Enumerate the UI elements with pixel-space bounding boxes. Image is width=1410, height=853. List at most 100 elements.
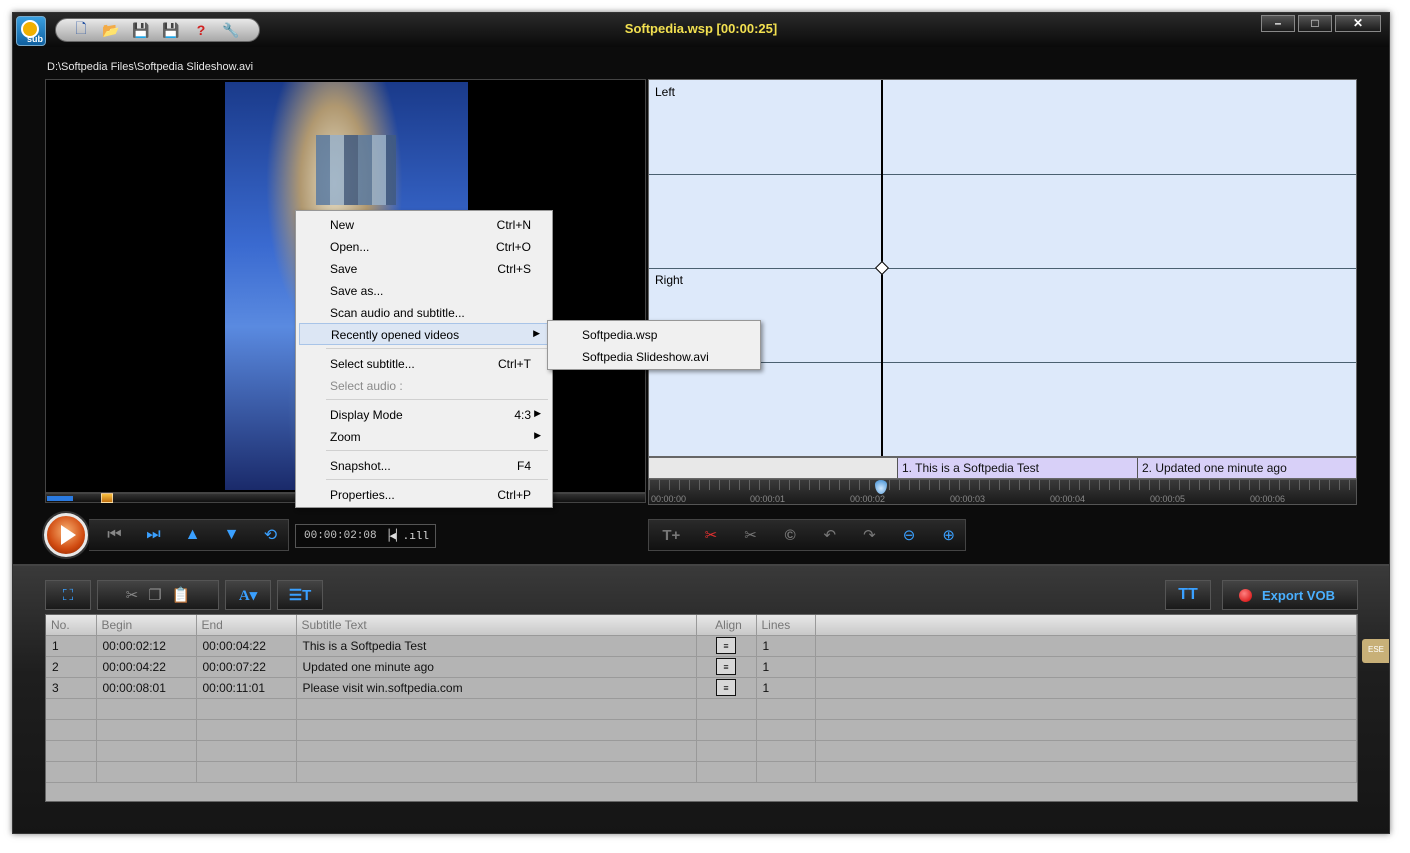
column-header[interactable]: No. — [46, 615, 97, 636]
menu-item-recent-videos[interactable]: Recently opened videos ▶ — [299, 323, 549, 345]
skip-back-icon[interactable]: ⏮ — [97, 522, 132, 548]
column-header-filler — [815, 615, 1357, 636]
split-icon[interactable]: ✂ — [734, 522, 767, 548]
timeline-ruler[interactable]: 00:00:00 00:00:01 00:00:02 00:00:03 00:0… — [648, 479, 1357, 505]
cut-icon[interactable]: ✂ — [126, 586, 139, 604]
cell-text[interactable]: Updated one minute ago — [296, 656, 697, 678]
redo-icon[interactable]: ↷ — [853, 522, 886, 548]
table-row-empty[interactable] — [46, 719, 1357, 741]
cell-end[interactable]: 00:00:04:22 — [196, 635, 297, 657]
export-vob-button[interactable]: Export VOB — [1222, 580, 1358, 610]
play-button[interactable] — [44, 513, 88, 557]
zoom-in-icon[interactable]: ⊕ — [932, 522, 965, 548]
table-row[interactable]: 1 00:00:02:12 00:00:04:22 This is a Soft… — [46, 635, 1357, 657]
text-align-button[interactable]: ☰T — [277, 580, 323, 610]
subtitle-segment[interactable]: 2. Updated one minute ago — [1137, 458, 1356, 478]
menu-item-open[interactable]: Open... Ctrl+O — [299, 236, 549, 258]
volume-indicator[interactable]: ▕◀▏.ıll — [383, 529, 429, 543]
cell-filler — [815, 656, 1357, 678]
table-row[interactable]: 2 00:00:04:22 00:00:07:22 Updated one mi… — [46, 656, 1357, 678]
waveform-panel[interactable]: Left Right — [648, 79, 1357, 457]
align-center-icon[interactable]: ≡ — [716, 658, 736, 675]
menu-separator — [326, 399, 548, 400]
ruler-tick-label: 00:00:04 — [1050, 494, 1086, 504]
menu-item-save[interactable]: Save Ctrl+S — [299, 258, 549, 280]
table-row-empty[interactable] — [46, 698, 1357, 720]
insert-text-icon[interactable]: T+ — [655, 522, 688, 548]
column-header[interactable]: Begin — [96, 615, 197, 636]
undo-icon[interactable]: ↶ — [814, 522, 847, 548]
table-row-empty[interactable] — [46, 740, 1357, 762]
cut-icon[interactable]: ✂ — [695, 522, 728, 548]
cell-no: 3 — [46, 677, 97, 699]
cell-align[interactable]: ≡ — [696, 677, 757, 699]
menu-item-new[interactable]: New Ctrl+N — [299, 214, 549, 236]
column-header[interactable]: End — [196, 615, 297, 636]
video-pixelation — [316, 135, 396, 205]
paste-icon[interactable]: 📋 — [172, 586, 191, 604]
column-header[interactable]: Lines — [756, 615, 816, 636]
waveform-gridline — [649, 174, 1356, 175]
timecode-display: 00:00:02:08 ▕◀▏.ıll — [295, 524, 436, 548]
table-row[interactable]: 3 00:00:08:01 00:00:11:01 Please visit w… — [46, 677, 1357, 699]
file-path-label: D:\Softpedia Files\Softpedia Slideshow.a… — [47, 61, 254, 73]
recent-item[interactable]: Softpedia.wsp — [551, 324, 757, 346]
timeline-thumb[interactable] — [875, 480, 887, 494]
align-center-icon[interactable]: ≡ — [716, 679, 736, 696]
cell-lines: 1 — [756, 656, 816, 678]
binoculars-icon: ⛶ — [62, 586, 74, 604]
copy-icon[interactable]: ❐ — [148, 586, 161, 604]
merge-icon[interactable]: © — [774, 522, 807, 548]
arrow-down-icon[interactable]: ▼ — [214, 522, 249, 548]
menu-item-properties[interactable]: Properties... Ctrl+P — [299, 484, 549, 506]
maximize-button[interactable]: □ — [1298, 15, 1332, 32]
subtitle-table: No. Begin End Subtitle Text Align Lines … — [45, 614, 1358, 802]
app-window: sub 🗋 📂 💾 💾 ? 🔧 Softpedia.wsp [00:00:25]… — [12, 12, 1390, 834]
subtitle-segment[interactable]: 1. This is a Softpedia Test — [897, 458, 1137, 478]
timeline-toolbar: T+ ✂ ✂ © ↶ ↷ ⊖ ⊕ — [648, 519, 966, 551]
table-row-empty[interactable] — [46, 761, 1357, 783]
menu-item-scan[interactable]: Scan audio and subtitle... — [299, 302, 549, 324]
cell-text[interactable]: This is a Softpedia Test — [296, 635, 697, 657]
cell-begin[interactable]: 00:00:08:01 — [96, 677, 197, 699]
ruler-tick-label: 00:00:06 — [1250, 494, 1286, 504]
find-button[interactable]: ⛶ — [45, 580, 91, 610]
column-header[interactable]: Subtitle Text — [296, 615, 697, 636]
step-forward-icon[interactable]: ⏭ — [136, 522, 171, 548]
title-bar[interactable]: sub 🗋 📂 💾 💾 ? 🔧 Softpedia.wsp [00:00:25]… — [13, 13, 1389, 47]
ruler-ticks — [649, 480, 1356, 490]
cell-end[interactable]: 00:00:11:01 — [196, 677, 297, 699]
cell-align[interactable]: ≡ — [696, 656, 757, 678]
cell-end[interactable]: 00:00:07:22 — [196, 656, 297, 678]
cell-lines: 1 — [756, 635, 816, 657]
close-button[interactable]: ✕ — [1335, 15, 1381, 32]
arrow-up-icon[interactable]: ▲ — [175, 522, 210, 548]
cell-filler — [815, 677, 1357, 699]
progress-thumb[interactable] — [101, 493, 113, 503]
table-header: No. Begin End Subtitle Text Align Lines — [46, 615, 1357, 636]
minimize-button[interactable]: – — [1261, 15, 1295, 32]
subtitle-segment-bar: 1. This is a Softpedia Test 2. Updated o… — [648, 457, 1357, 479]
font-button[interactable]: A▾ — [225, 580, 271, 610]
ruler-tick-label: 00:00:02 — [850, 494, 886, 504]
export-vob-label: Export VOB — [1262, 587, 1335, 603]
menu-item-snapshot[interactable]: Snapshot... F4 — [299, 455, 549, 477]
menu-item-zoom[interactable]: Zoom ▶ — [299, 426, 549, 448]
cell-begin[interactable]: 00:00:04:22 — [96, 656, 197, 678]
menu-item-select-subtitle[interactable]: Select subtitle... Ctrl+T — [299, 353, 549, 375]
menu-item-display-mode[interactable]: Display Mode 4:3 ▶ — [299, 404, 549, 426]
ruler-tick-label: 00:00:01 — [750, 494, 786, 504]
loop-icon[interactable]: ⟲ — [253, 522, 288, 548]
menu-item-save-as[interactable]: Save as... — [299, 280, 549, 302]
zoom-out-icon[interactable]: ⊖ — [893, 522, 926, 548]
cell-begin[interactable]: 00:00:02:12 — [96, 635, 197, 657]
cell-align[interactable]: ≡ — [696, 635, 757, 657]
align-center-icon[interactable]: ≡ — [716, 637, 736, 654]
recent-item[interactable]: Softpedia Slideshow.avi — [551, 346, 757, 368]
cell-text[interactable]: Please visit win.softpedia.com — [296, 677, 697, 699]
side-panel-tab[interactable]: ESE — [1362, 639, 1389, 663]
text-size-button[interactable]: TT — [1165, 580, 1211, 610]
column-header[interactable]: Align — [696, 615, 757, 636]
cell-no: 2 — [46, 656, 97, 678]
playhead-knob[interactable] — [874, 260, 890, 276]
